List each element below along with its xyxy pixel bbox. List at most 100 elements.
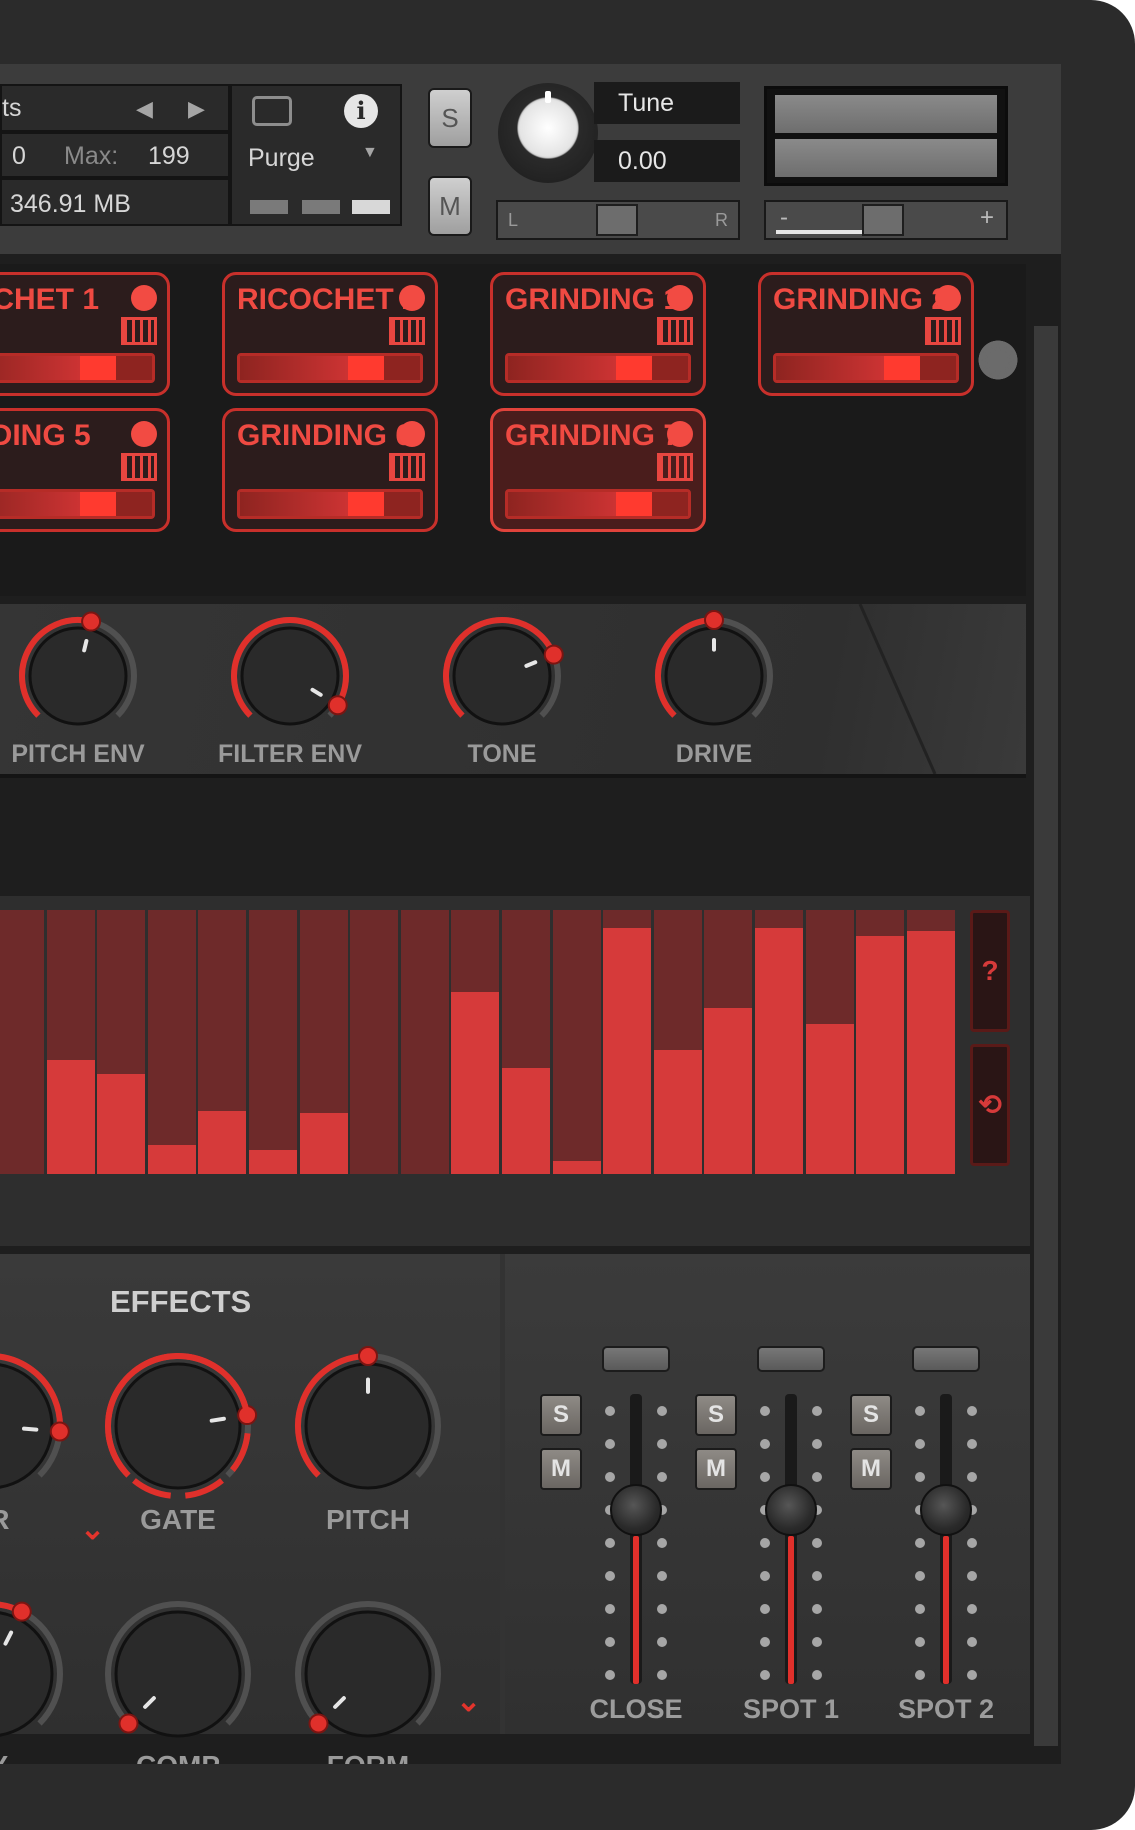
- knob-svg[interactable]: [93, 1589, 263, 1759]
- sequencer-step[interactable]: [653, 910, 702, 1174]
- info-icon[interactable]: i: [344, 94, 378, 128]
- channel-route-button[interactable]: [602, 1346, 670, 1372]
- slot-status-dot[interactable]: [131, 421, 157, 447]
- knob-svg[interactable]: [8, 606, 148, 746]
- sample-slot[interactable]: OCHET 1: [0, 272, 170, 396]
- knob-body[interactable]: [28, 626, 128, 726]
- sequencer-step[interactable]: [502, 910, 550, 1174]
- sequencer-step[interactable]: [856, 910, 905, 1174]
- channel-route-button[interactable]: [912, 1346, 980, 1372]
- sequencer-step[interactable]: [704, 910, 753, 1174]
- keyboard-icon[interactable]: [389, 317, 425, 345]
- knob-svg[interactable]: [93, 1341, 263, 1511]
- sequencer-step[interactable]: [147, 910, 196, 1174]
- slot-status-dot[interactable]: [667, 421, 693, 447]
- knob-svg[interactable]: [0, 1589, 75, 1759]
- knob-body[interactable]: [114, 1362, 242, 1490]
- knob-svg[interactable]: [283, 1341, 453, 1511]
- purge-dropdown-icon[interactable]: ▼: [362, 144, 378, 162]
- keyboard-icon[interactable]: [657, 453, 693, 481]
- sequencer-step[interactable]: [552, 910, 601, 1174]
- pan-handle[interactable]: [596, 204, 638, 236]
- sample-slot[interactable]: GRINDING 2: [758, 272, 974, 396]
- purge-label[interactable]: Purge: [248, 144, 315, 173]
- sequencer-step[interactable]: [755, 910, 803, 1174]
- sequencer-step[interactable]: [299, 910, 348, 1174]
- step-grid[interactable]: [0, 910, 960, 1174]
- reset-button[interactable]: ⟲: [970, 1044, 1010, 1166]
- knob-svg[interactable]: [220, 606, 360, 746]
- scrollbar[interactable]: [1034, 326, 1058, 1746]
- channel-fader-track[interactable]: [630, 1394, 642, 1684]
- slot-status-dot[interactable]: [399, 421, 425, 447]
- slot-level-bar[interactable]: [773, 353, 959, 383]
- slot-status-dot[interactable]: [131, 285, 157, 311]
- volume-slider[interactable]: - +: [764, 200, 1008, 240]
- slot-status-dot[interactable]: [667, 285, 693, 311]
- sequencer-step[interactable]: [805, 910, 854, 1174]
- channel-solo-button[interactable]: S: [695, 1394, 737, 1436]
- sample-slot[interactable]: GRINDING 1: [490, 272, 706, 396]
- channel-fader-handle[interactable]: [610, 1484, 662, 1536]
- tune-knob[interactable]: [498, 83, 598, 183]
- channel-mute-button[interactable]: M: [695, 1448, 737, 1490]
- slot-status-dot[interactable]: [935, 285, 961, 311]
- keyboard-icon[interactable]: [121, 453, 157, 481]
- prev-arrow-icon[interactable]: ◀: [136, 96, 153, 122]
- sequencer-step[interactable]: [400, 910, 449, 1174]
- slot-level-bar[interactable]: [505, 489, 691, 519]
- instrument-name-field[interactable]: ts ◀ ▶: [0, 84, 230, 132]
- camera-icon[interactable]: [252, 96, 292, 126]
- keyboard-icon[interactable]: [657, 317, 693, 345]
- sequencer-step[interactable]: [451, 910, 500, 1174]
- pan-slider[interactable]: L R: [496, 200, 740, 240]
- effects-title: EFFECTS: [110, 1284, 252, 1319]
- sequencer-step[interactable]: [46, 910, 95, 1174]
- sequencer-step[interactable]: [249, 910, 297, 1174]
- channel-mute-button[interactable]: M: [850, 1448, 892, 1490]
- channel-solo-button[interactable]: S: [540, 1394, 582, 1436]
- knob-body[interactable]: [240, 626, 340, 726]
- voices-max[interactable]: 199: [148, 142, 190, 171]
- sequencer-step[interactable]: [198, 910, 247, 1174]
- keyboard-icon[interactable]: [389, 453, 425, 481]
- knob-body[interactable]: [452, 626, 552, 726]
- next-arrow-icon[interactable]: ▶: [188, 96, 205, 122]
- knob-svg[interactable]: [432, 606, 572, 746]
- slot-level-bar[interactable]: [0, 489, 155, 519]
- slot-level-bar[interactable]: [505, 353, 691, 383]
- sequencer-step[interactable]: [350, 910, 399, 1174]
- keyboard-icon[interactable]: [925, 317, 961, 345]
- sample-slot[interactable]: NDING 5: [0, 408, 170, 532]
- sample-slot[interactable]: RICOCHET 2: [222, 272, 438, 396]
- volume-handle[interactable]: [862, 204, 904, 236]
- sequencer-step[interactable]: [0, 910, 44, 1174]
- knob-svg[interactable]: [0, 1341, 75, 1511]
- slot-status-dot[interactable]: [399, 285, 425, 311]
- solo-button[interactable]: S: [428, 88, 472, 148]
- channel-mute-button[interactable]: M: [540, 1448, 582, 1490]
- slot-level-bar[interactable]: [237, 489, 423, 519]
- sample-slot[interactable]: GRINDING 6: [222, 408, 438, 532]
- sequencer-step[interactable]: [603, 910, 652, 1174]
- knob-svg[interactable]: [644, 606, 784, 746]
- chevron-down-icon[interactable]: ⌄: [456, 1684, 481, 1719]
- knob-svg[interactable]: [283, 1589, 453, 1759]
- help-button[interactable]: ?: [970, 910, 1010, 1032]
- channel-fader-track[interactable]: [940, 1394, 952, 1684]
- sample-slot[interactable]: GRINDING 7: [490, 408, 706, 532]
- chevron-down-icon[interactable]: ⌄: [80, 1512, 105, 1547]
- channel-route-button[interactable]: [757, 1346, 825, 1372]
- sequencer-step[interactable]: [906, 910, 955, 1174]
- slot-level-bar[interactable]: [237, 353, 423, 383]
- slot-level-bar[interactable]: [0, 353, 155, 383]
- keyboard-icon[interactable]: [121, 317, 157, 345]
- channel-fader-handle[interactable]: [920, 1484, 972, 1536]
- mute-button[interactable]: M: [428, 176, 472, 236]
- sequencer-step[interactable]: [97, 910, 146, 1174]
- channel-fader-handle[interactable]: [765, 1484, 817, 1536]
- gear-icon[interactable]: [976, 334, 1020, 388]
- channel-fader-track[interactable]: [785, 1394, 797, 1684]
- channel-solo-button[interactable]: S: [850, 1394, 892, 1436]
- tune-value-field[interactable]: 0.00: [594, 140, 740, 182]
